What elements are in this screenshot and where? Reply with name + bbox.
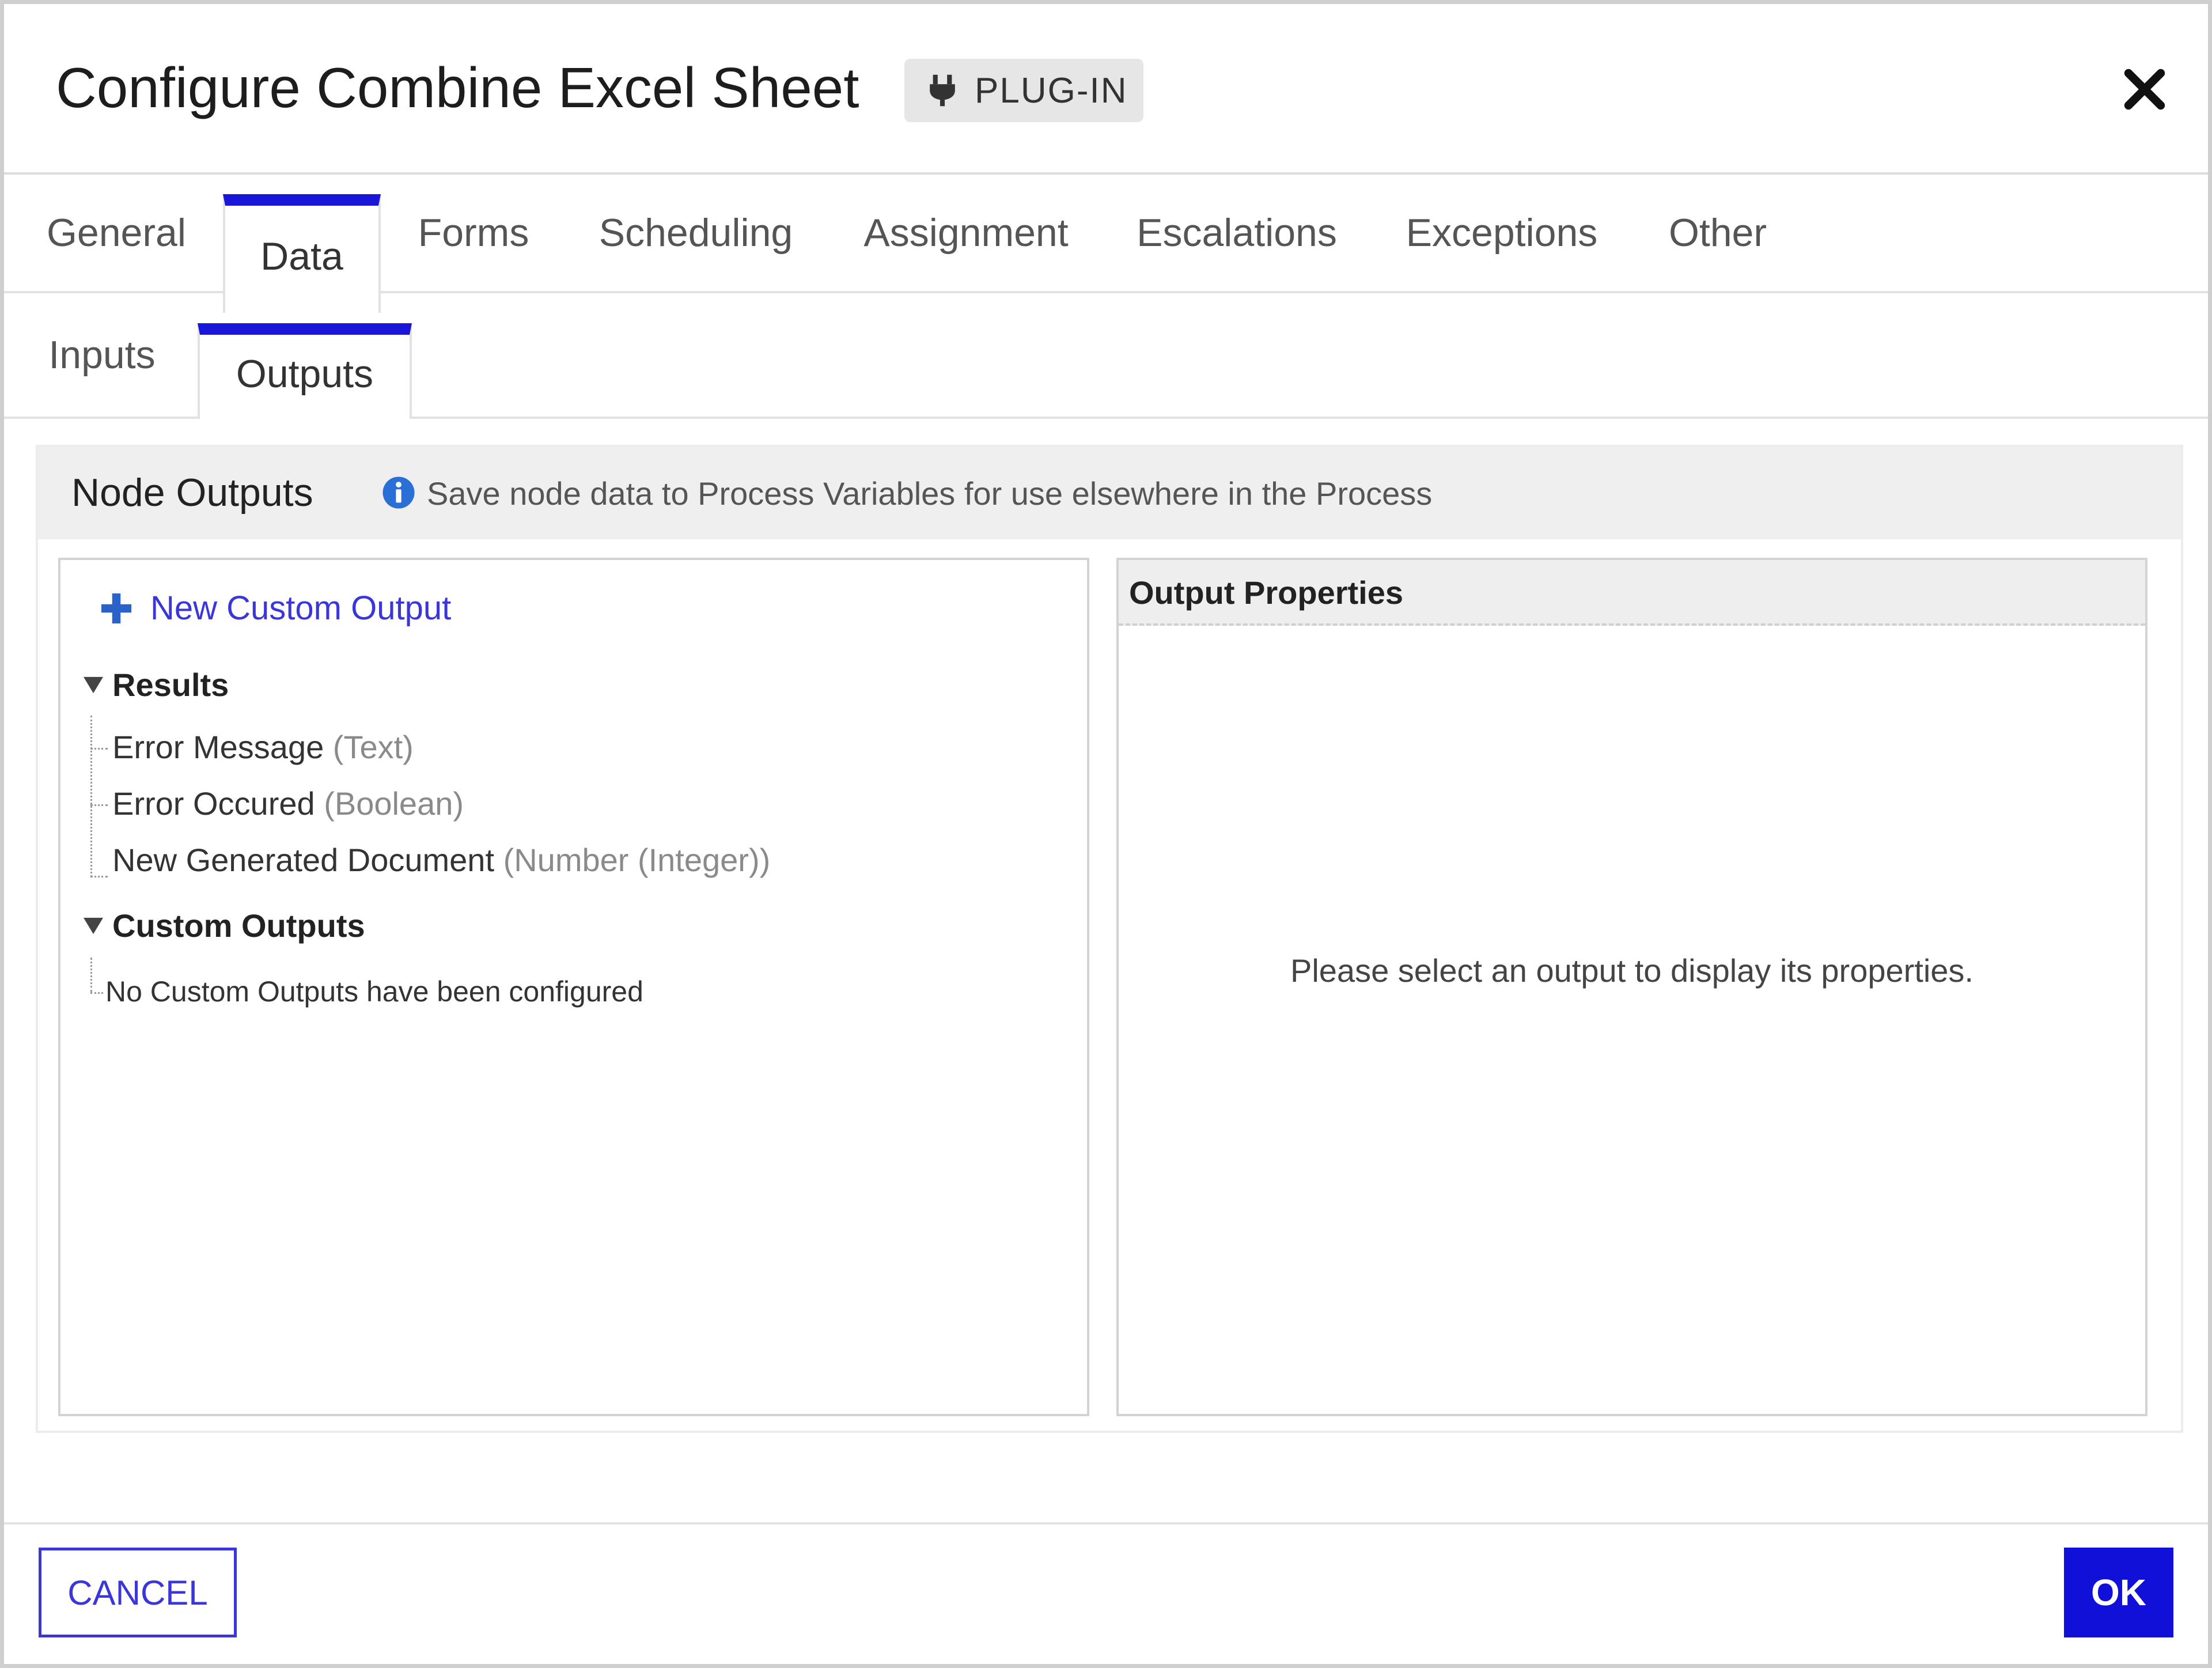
tab-escalations[interactable]: Escalations [1133,175,1340,291]
section-title: Node Outputs [71,471,313,515]
outputs-tree-panel: New Custom Output Results Error Message … [58,558,1089,1416]
new-custom-output-link[interactable]: New Custom Output [100,589,451,627]
plugin-badge: PLUG-IN [904,59,1143,122]
tree-item-new-generated-document[interactable]: New Generated Document (Number (Integer)… [112,841,770,879]
tree-item-type: (Number (Integer)) [503,842,771,878]
sub-tabs: Inputs Outputs [4,293,2208,419]
new-custom-output-label: New Custom Output [150,589,452,627]
tree-connector [90,716,92,877]
info-icon [382,476,415,509]
plug-icon [930,74,955,107]
configure-dialog: Configure Combine Excel Sheet PLUG-IN Ge… [0,0,2212,1668]
ok-button[interactable]: OK [2064,1548,2173,1637]
subtab-inputs[interactable]: Inputs [33,293,171,417]
tree-connector [90,748,108,750]
tab-general[interactable]: General [33,175,200,291]
tab-other[interactable]: Other [1652,175,1784,291]
dialog-title: Configure Combine Excel Sheet [56,56,859,119]
output-properties-panel: Output Properties Please select an outpu… [1116,558,2147,1416]
tree-connector [90,876,108,878]
tab-scheduling[interactable]: Scheduling [592,175,800,291]
tab-assignment[interactable]: Assignment [851,175,1081,291]
section-hint: Save node data to Process Variables for … [427,475,1433,512]
dialog-footer: CANCEL OK [4,1522,2208,1664]
triangle-down-icon [84,917,103,934]
node-outputs-section: Node Outputs Save node data to Process V… [36,445,2183,1433]
dialog-header: Configure Combine Excel Sheet PLUG-IN [4,4,2208,175]
tree-group-results[interactable]: Results [84,666,229,703]
custom-outputs-empty-text: No Custom Outputs have been configured [105,975,643,1008]
tree-item-error-message[interactable]: Error Message (Text) [112,728,414,766]
main-tabs: General Data Forms Scheduling Assignment… [4,175,2208,313]
subtab-outputs[interactable]: Outputs [198,323,412,419]
tree-group-label: Custom Outputs [112,907,365,944]
plugin-badge-label: PLUG-IN [975,70,1128,111]
tree-group-custom-outputs[interactable]: Custom Outputs [84,907,365,944]
tree-connector [90,804,108,806]
output-properties-title: Output Properties [1129,574,1404,611]
tree-group-label: Results [112,667,229,703]
tree-item-name: Error Message [112,729,324,765]
tree-connector [90,958,92,992]
cancel-button[interactable]: CANCEL [39,1548,237,1637]
tab-forms[interactable]: Forms [402,175,546,291]
triangle-down-icon [84,676,103,693]
close-icon [2124,69,2165,110]
tree-item-error-occured[interactable]: Error Occured (Boolean) [112,785,464,822]
tree-item-name: Error Occured [112,785,315,822]
tab-exceptions[interactable]: Exceptions [1398,175,1605,291]
tree-connector [90,992,103,994]
section-header: Node Outputs Save node data to Process V… [38,447,2181,539]
plus-icon [101,593,132,623]
tree-item-type: (Boolean) [324,785,464,822]
output-properties-empty-text: Please select an output to display its p… [1290,952,1974,989]
close-button[interactable] [2122,66,2168,112]
tree-item-name: New Generated Document [112,842,495,878]
output-properties-header: Output Properties [1119,560,2145,626]
tree-item-type: (Text) [332,729,414,765]
